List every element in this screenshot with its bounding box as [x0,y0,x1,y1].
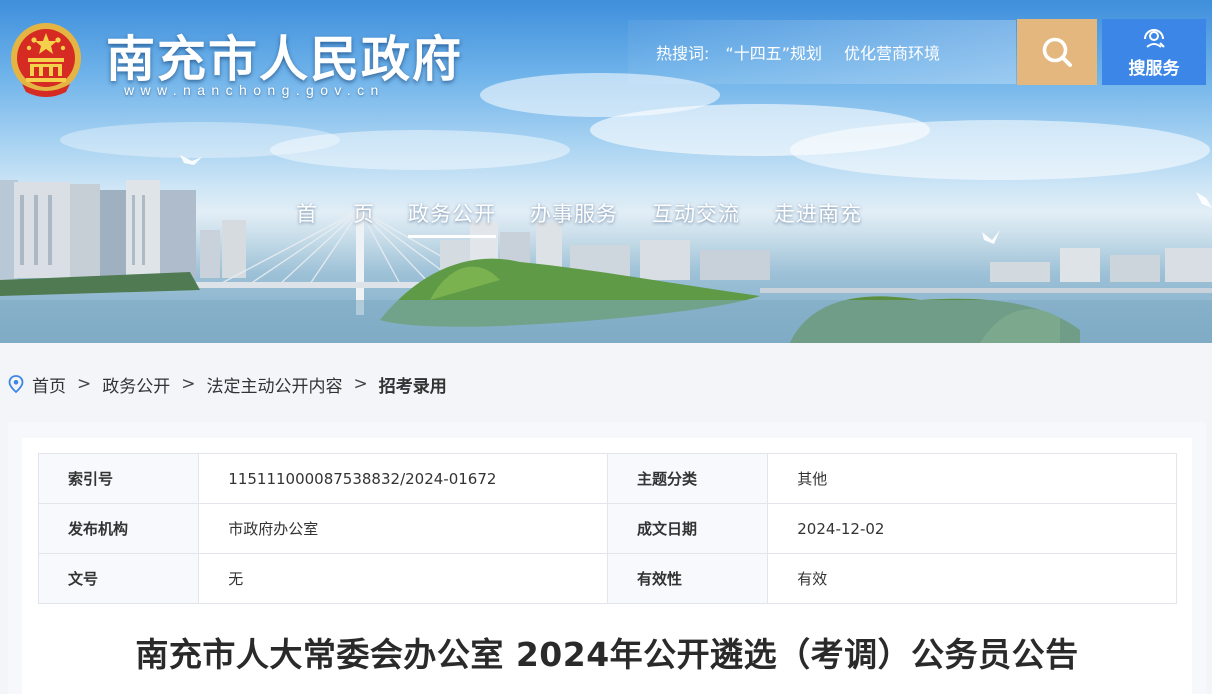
breadcrumb-separator: > [77,374,92,394]
breadcrumb-statutory-disclosure[interactable]: 法定主动公开内容 [207,372,343,397]
content-area: 索引号 11511100008753883​2/2024-01672 主题分类 … [8,422,1206,694]
table-row: 发布机构 市政府办公室 成文日期 2024-12-02 [37,503,1177,554]
meta-value-publisher: 市政府办公室 [198,503,608,554]
meta-key-topic: 主题分类 [606,453,769,504]
national-emblem-icon [11,23,81,97]
nav-item-government-affairs[interactable]: 政务公开 [408,198,496,238]
nav-item-interaction[interactable]: 互动交流 [652,198,740,236]
hot-search-bar: 热搜词: “十四五”规划 优化营商环境 [628,20,1016,84]
search-service-label: 搜服务 [1128,59,1180,79]
meta-value-validity: 有效 [767,553,1177,604]
breadcrumb-home[interactable]: 首页 [32,372,66,397]
nav-item-services[interactable]: 办事服务 [530,198,618,236]
search-button[interactable] [1017,19,1097,85]
breadcrumb: 首页 > 政务公开 > 法定主动公开内容 > 招考录用 [8,370,447,398]
meta-key-publisher: 发布机构 [37,503,200,554]
meta-key-index-number: 索引号 [37,453,200,504]
hot-search-label: 热搜词: [656,44,710,63]
meta-key-validity: 有效性 [606,553,769,604]
nav-item-about-nanchong[interactable]: 走进南充 [774,198,862,236]
document-meta-table: 索引号 11511100008753883​2/2024-01672 主题分类 … [37,453,1177,604]
meta-value-index-number: 11511100008753883​2/2024-01672 [198,453,608,504]
breadcrumb-separator: > [353,374,368,394]
meta-key-written-date: 成文日期 [606,503,769,554]
table-row: 索引号 11511100008753883​2/2024-01672 主题分类 … [37,453,1177,504]
search-icon [1042,37,1072,67]
meta-value-written-date: 2024-12-02 [767,503,1177,554]
main-nav: 首页 政务公开 办事服务 互动交流 走进南充 [296,198,896,238]
breadcrumb-recruitment: 招考录用 [378,376,447,397]
hot-search-item[interactable]: “十四五”规划 [725,40,822,64]
article-title: 南充市人大常委会办公室 2024年公开遴选（考调）公务员公告 [135,635,1079,674]
header-banner: 南充市人民政府 www.nanchong.gov.cn 热搜词: “十四五”规划… [0,0,1212,343]
meta-value-topic: 其他 [767,453,1177,504]
meta-value-document-number: 无 [198,553,608,604]
service-search-icon [1144,29,1165,48]
hot-search-item[interactable]: 优化营商环境 [844,40,940,64]
site-url: www.nanchong.gov.cn [124,82,385,98]
search-service-button[interactable]: 搜服务 [1102,19,1206,85]
meta-key-document-number: 文号 [37,553,200,604]
breadcrumb-separator: > [181,374,196,394]
table-row: 文号 无 有效性 有效 [37,553,1177,604]
breadcrumb-government-affairs[interactable]: 政务公开 [102,372,170,397]
location-pin-icon [8,375,24,393]
site-title[interactable]: 南充市人民政府 [106,20,463,91]
nav-item-home[interactable]: 首页 [296,198,410,236]
